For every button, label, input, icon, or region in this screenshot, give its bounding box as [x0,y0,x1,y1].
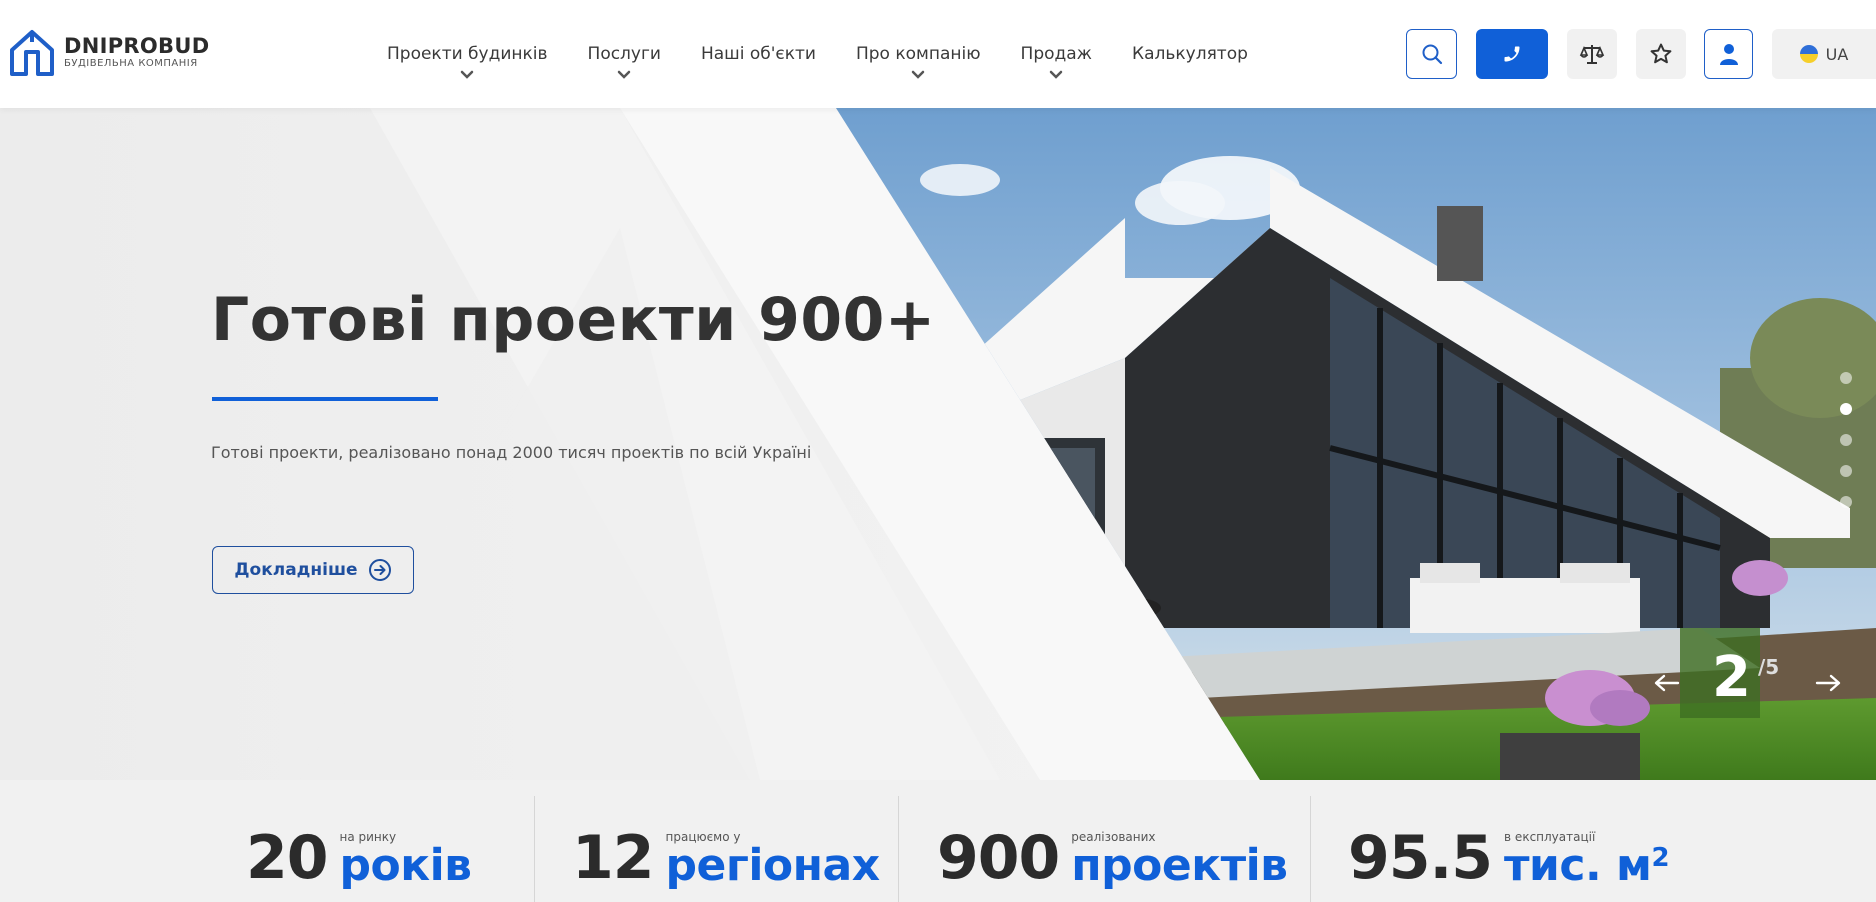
hero-description: Готові проекти, реалізовано понад 2000 т… [211,443,812,462]
stat-divider [898,796,899,902]
nav-label: Про компанію [855,44,981,64]
main-nav: Проекти будинків Послуги Наші об'єкти Пр… [387,42,1288,80]
logo[interactable]: DNIPROBUD БУДІВЕЛЬНА КОМПАНІЯ [8,28,209,78]
ukraine-flag-icon [1799,45,1818,63]
stats-bar: 20 на ринку років 12 працюємо у регіонах… [0,780,1876,902]
hero-slider: Готові проекти 900+ Готові проекти, реал… [0,108,1876,780]
stat-number: 20 [246,823,328,893]
logo-subtitle: БУДІВЕЛЬНА КОМПАНІЯ [64,58,198,69]
nav-label: Калькулятор [1132,44,1248,64]
slider-dot[interactable] [1840,496,1852,508]
stat-number: 95.5 [1348,823,1493,893]
phone-icon [1504,46,1520,62]
slider-dot[interactable] [1840,465,1852,477]
slider-dot[interactable] [1840,372,1852,384]
chevron-down-icon [1050,70,1063,79]
compare-button[interactable] [1567,29,1617,79]
stat-number: 12 [572,823,654,893]
language-label: UA [1825,44,1849,64]
details-button[interactable]: Докладніше [212,546,414,594]
stat-regions: 12 працюємо у регіонах [572,780,880,902]
favorites-button[interactable] [1636,29,1686,79]
stat-unit-superscript: 2 [1651,843,1670,873]
stat-unit: років [339,840,473,891]
nav-label: Послуги [587,44,661,64]
nav-item-house-projects[interactable]: Проекти будинків [387,42,548,80]
stat-number: 900 [937,823,1060,893]
stat-projects: 900 реалізованих проектів [937,780,1288,902]
arrow-right-icon[interactable] [1813,673,1843,693]
slider-dot-active[interactable] [1840,403,1852,415]
slider-pagination [1840,372,1852,508]
logo-text: DNIPROBUD БУДІВЕЛЬНА КОМПАНІЯ [64,35,209,71]
stat-unit: регіонах [665,840,881,891]
arrow-circle-right-icon [368,559,391,581]
total-slides: /5 [1758,655,1780,679]
stat-unit: тис. м2 [1504,843,1670,888]
chevron-down-icon [912,70,925,79]
nav-item-about[interactable]: Про компанію [856,42,981,80]
site-header: DNIPROBUD БУДІВЕЛЬНА КОМПАНІЯ Проекти бу… [0,0,1876,108]
stat-divider [534,796,535,902]
nav-item-calculator[interactable]: Калькулятор [1132,42,1248,80]
chevron-down-icon [618,70,631,79]
arrow-left-icon[interactable] [1652,673,1682,693]
nav-label: Проекти будинків [387,44,548,64]
slider-dot[interactable] [1840,434,1852,446]
account-button[interactable] [1704,29,1753,79]
logo-house-icon [10,30,54,76]
nav-label: Наші об'єкти [700,44,816,64]
nav-label: Продаж [1020,44,1092,64]
nav-item-services[interactable]: Послуги [588,42,661,80]
logo-name: DNIPROBUD [64,34,210,58]
hero-title-underline [212,397,438,401]
user-icon [1719,44,1738,65]
phone-button[interactable] [1476,29,1548,79]
nav-item-our-objects[interactable]: Наші об'єкти [701,42,816,80]
language-switcher[interactable]: UA [1772,29,1876,79]
hero-title: Готові проекти 900+ [211,285,936,355]
search-icon [1422,44,1442,65]
stat-divider [1310,796,1311,902]
stat-unit-text: тис. м [1504,840,1652,891]
stat-area: 95.5 в експлуатації тис. м2 [1348,780,1670,902]
stat-years: 20 на ринку років [246,780,472,902]
star-icon [1650,43,1672,64]
chevron-down-icon [461,70,474,79]
scales-icon [1579,45,1605,64]
stat-unit: проектів [1071,840,1288,891]
details-button-label: Докладніше [234,560,358,580]
search-button[interactable] [1406,29,1457,79]
current-slide-number: 2 [1712,645,1751,710]
nav-item-sales[interactable]: Продаж [1021,42,1092,80]
